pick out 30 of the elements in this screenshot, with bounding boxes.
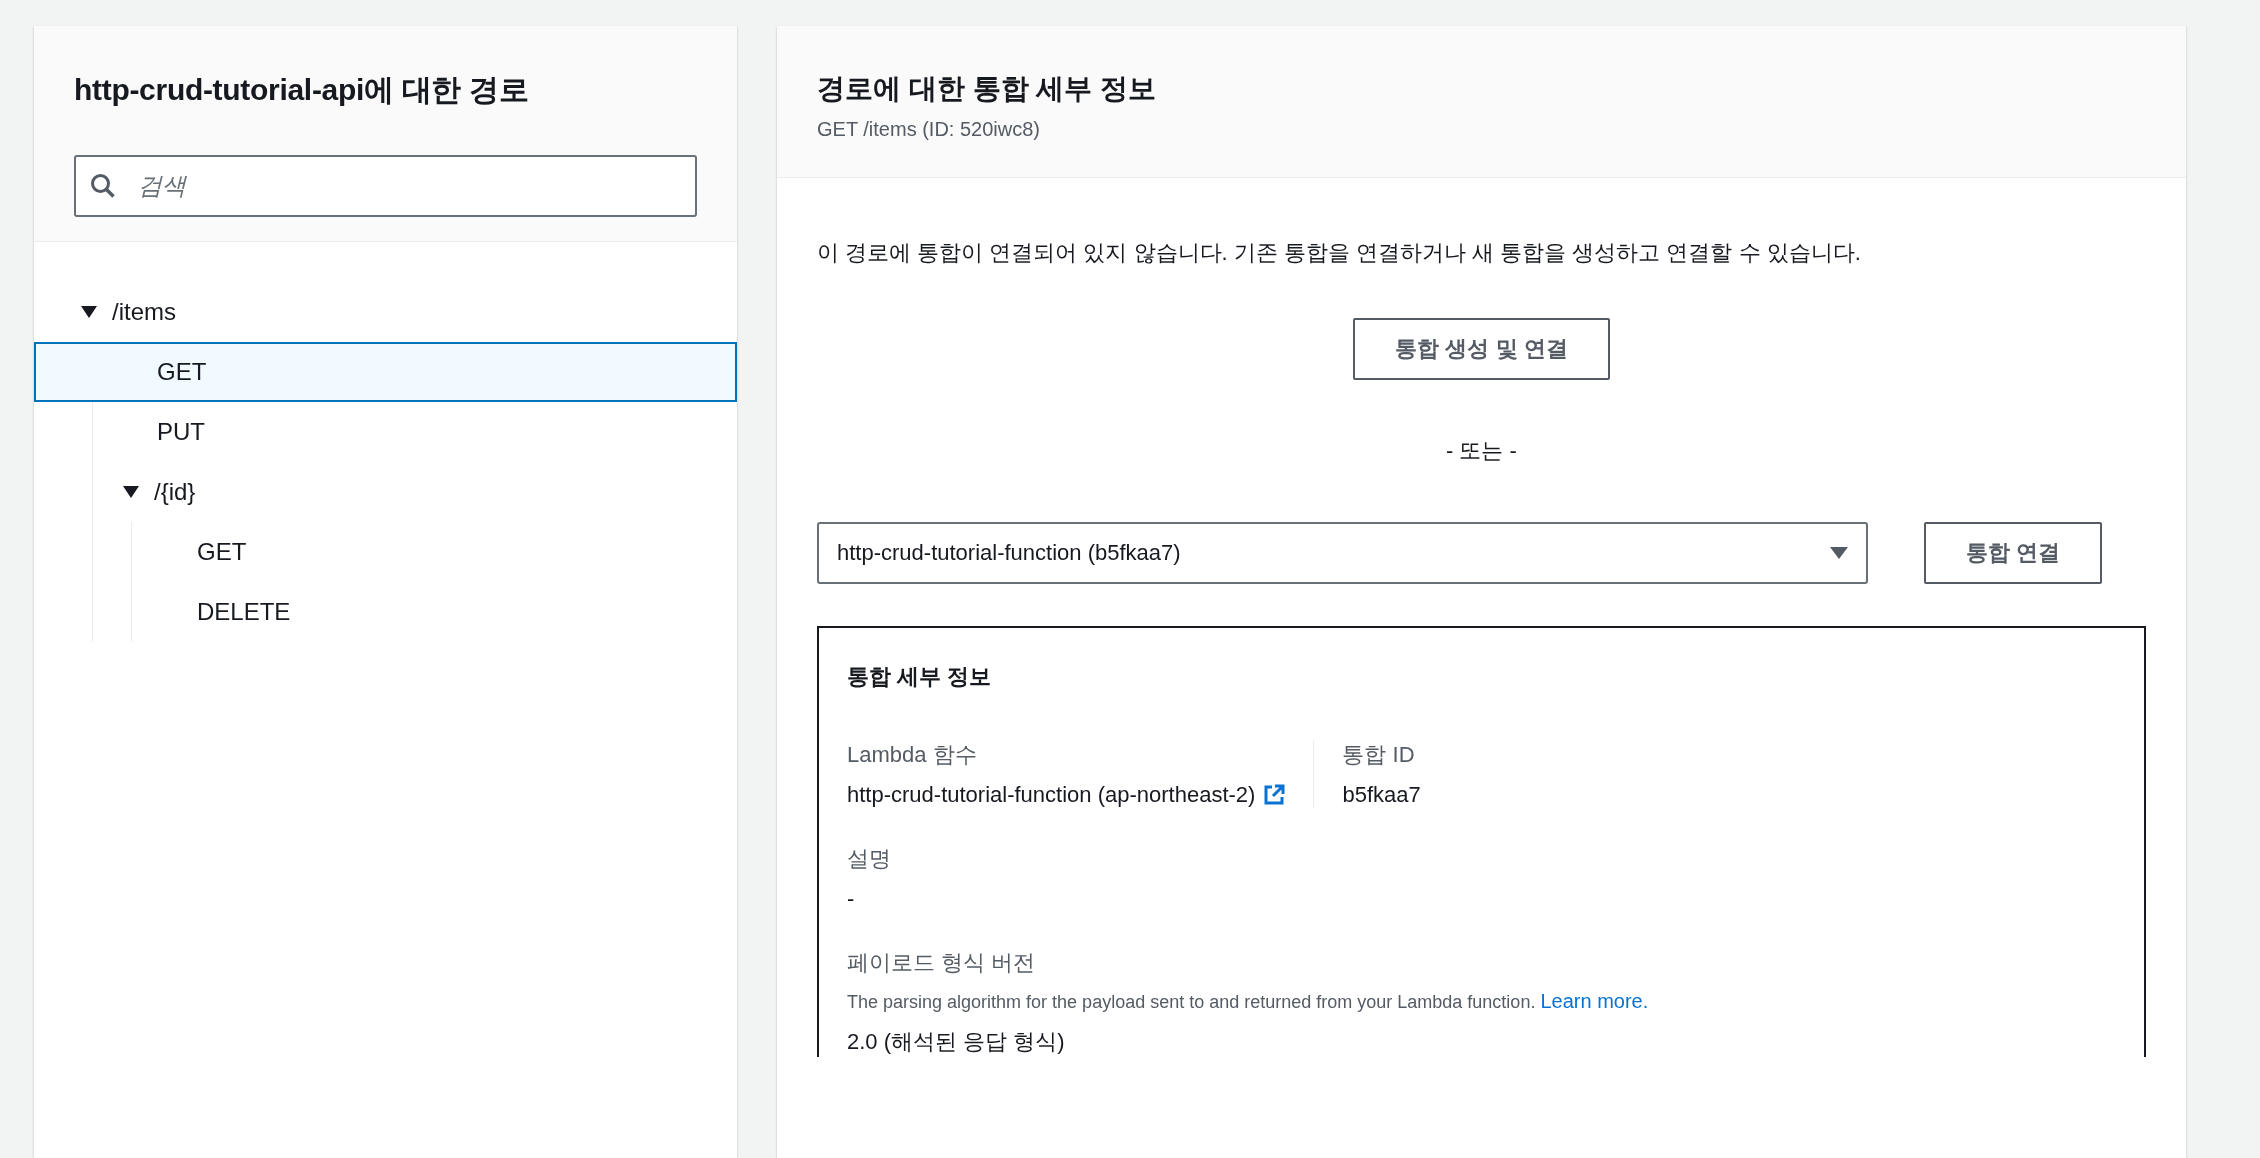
route-method[interactable]: GET: [34, 522, 737, 582]
search-field[interactable]: 검색: [74, 155, 697, 217]
field-label: 설명: [847, 845, 892, 873]
panel-title: 경로에 대한 통합 세부 정보: [817, 72, 1158, 106]
field-label: Lambda 함수: [847, 741, 978, 769]
attach-integration-button[interactable]: 통합 연결: [1923, 522, 2102, 584]
tree-folder[interactable]: /{id}: [34, 462, 737, 522]
integration-select[interactable]: http-crud-tutorial-function (b5fkaa7): [817, 522, 1868, 584]
route-subtitle: GET /items (ID: 520iwc8): [817, 118, 1042, 141]
route-method[interactable]: GET: [34, 342, 737, 402]
learn-more-link[interactable]: Learn more.: [1540, 990, 1649, 1012]
field-value: -: [847, 886, 855, 912]
external-link-icon[interactable]: [1263, 784, 1286, 806]
field-label: 통합 ID: [1342, 741, 1416, 769]
field-value: 2.0 (해석된 응답 형식): [847, 1028, 1065, 1056]
field-value: http-crud-tutorial-function (ap-northeast-2): [847, 782, 1256, 808]
separator-text: - 또는 -: [1445, 437, 1518, 465]
caret-down-icon: [1829, 547, 1848, 559]
route-method[interactable]: PUT: [34, 402, 737, 462]
card-title: 통합 세부 정보: [847, 663, 993, 691]
panel-title: http-crud-tutorial-api에 대한 경로: [74, 72, 530, 108]
field-value: b5fkaa7: [1342, 782, 1421, 808]
help-text: The parsing algorithm for the payload sent to and returned from your Lambda function.: [847, 992, 1536, 1012]
tree-folder[interactable]: /items: [34, 282, 737, 342]
route-method[interactable]: DELETE: [34, 582, 737, 642]
field-label: 페이로드 형식 버전: [847, 949, 1037, 977]
create-integration-button[interactable]: 통합 생성 및 연결: [1353, 318, 1610, 380]
caret-down-icon[interactable]: [80, 305, 98, 319]
info-message: 이 경로에 통합이 연결되어 있지 않습니다. 기존 통합을 연결하거나 새 통합을 생성하고 연결할 수 있습니다.: [817, 239, 1862, 267]
caret-down-icon[interactable]: [122, 485, 140, 499]
